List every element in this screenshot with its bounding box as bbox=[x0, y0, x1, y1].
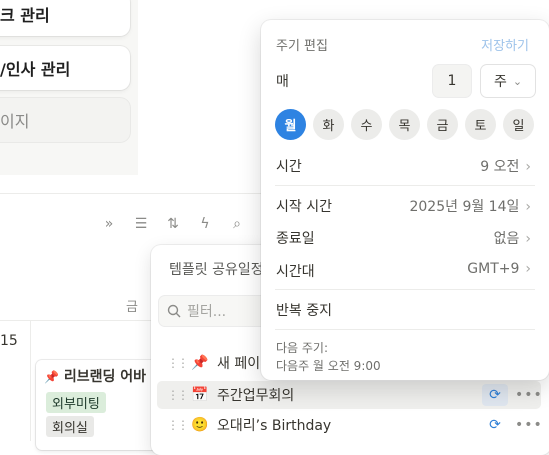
time-value[interactable]: 9 오전 › bbox=[480, 156, 531, 176]
next-cycle-value: 다음주 월 오전 9:00 bbox=[276, 359, 381, 373]
popup-title: 주기 편집 bbox=[276, 39, 328, 54]
day-header: 금 bbox=[126, 300, 138, 315]
tag-meeting-room: 회의실 bbox=[46, 416, 94, 437]
next-cycle-label: 다음 주기: bbox=[276, 341, 329, 355]
end-value[interactable]: 없음 › bbox=[494, 228, 531, 248]
date-number: 15 bbox=[0, 333, 18, 349]
weekday-sun[interactable]: 일 bbox=[503, 109, 534, 140]
weekday-tue[interactable]: 화 bbox=[313, 109, 344, 140]
more-icon[interactable]: ••• bbox=[515, 417, 543, 433]
sort-icon[interactable]: ⇅ bbox=[164, 216, 182, 232]
chevron-right-icon: › bbox=[525, 199, 531, 215]
template-row[interactable]: ⋮⋮ 📅 주간업무회의 ⟳ ••• bbox=[157, 381, 543, 409]
hr-card[interactable]: /인사 관리 bbox=[0, 46, 130, 90]
divider bbox=[275, 185, 535, 186]
event-title: 📌 리브랜딩 어바 bbox=[44, 369, 146, 385]
drag-handle-icon[interactable]: ⋮⋮ bbox=[167, 418, 189, 432]
divider bbox=[275, 289, 535, 290]
unit-select[interactable]: 주 ⌄ bbox=[481, 65, 535, 97]
tag-external-meeting: 외부미팅 bbox=[46, 392, 106, 413]
calendar-icon: 📅 bbox=[191, 387, 209, 403]
timezone-value[interactable]: GMT+9 › bbox=[467, 261, 531, 277]
divider bbox=[275, 329, 535, 330]
weekday-wed[interactable]: 수 bbox=[351, 109, 382, 140]
grid-line bbox=[30, 320, 31, 441]
drag-handle-icon[interactable]: ⋮⋮ bbox=[167, 356, 189, 370]
weekday-thu[interactable]: 목 bbox=[389, 109, 420, 140]
repeat-icon[interactable]: ⟳ bbox=[482, 384, 508, 406]
repeat-icon[interactable]: ⟳ bbox=[482, 414, 508, 436]
recurrence-popup: 주기 편집 저장하기 매 1 주 ⌄ 월 화 수 목 금 토 일 시간 9 오전… bbox=[261, 20, 549, 380]
stop-repeat-button[interactable]: 반복 중지 bbox=[276, 300, 332, 320]
end-label: 종료일 bbox=[276, 231, 315, 247]
pin-icon: 📌 bbox=[191, 355, 209, 371]
chevron-right-icon: › bbox=[525, 231, 531, 247]
card-label: 크 관리 bbox=[0, 6, 50, 25]
double-chevron-icon[interactable]: » bbox=[100, 216, 118, 232]
filter-icon[interactable]: ☰ bbox=[132, 216, 150, 232]
unit-value: 주 bbox=[493, 74, 507, 90]
lightning-icon[interactable]: ϟ bbox=[196, 216, 214, 232]
template-label: 새 페이 bbox=[217, 356, 261, 372]
start-label: 시작 시간 bbox=[276, 199, 332, 215]
avatar-icon: 🙂 bbox=[191, 417, 209, 433]
time-label: 시간 bbox=[276, 159, 302, 175]
weekday-fri[interactable]: 금 bbox=[427, 109, 458, 140]
view-toolbar: » ☰ ⇅ ϟ ⌕ bbox=[100, 212, 246, 236]
card-label: /인사 관리 bbox=[0, 60, 71, 79]
search-icon bbox=[167, 304, 181, 318]
template-panel-title: 템플릿 공유일정 bbox=[169, 262, 264, 278]
every-label: 매 bbox=[276, 74, 289, 90]
template-row[interactable]: ⋮⋮ 🙂 오대리’s Birthday ⟳ ••• bbox=[157, 411, 543, 439]
template-label: 오대리’s Birthday bbox=[217, 418, 332, 434]
grid-line bbox=[0, 320, 160, 321]
weekday-mon[interactable]: 월 bbox=[275, 109, 306, 140]
card-label: 이지 bbox=[0, 112, 30, 131]
chevron-down-icon: ⌄ bbox=[512, 74, 523, 88]
chevron-right-icon: › bbox=[525, 159, 531, 175]
search-icon[interactable]: ⌕ bbox=[228, 216, 246, 232]
event-card[interactable]: 📌 리브랜딩 어바 외부미팅 회의실 bbox=[36, 360, 166, 450]
task-card[interactable]: 크 관리 bbox=[0, 0, 130, 36]
timezone-label: 시간대 bbox=[276, 264, 315, 280]
chevron-right-icon: › bbox=[525, 261, 531, 277]
template-label: 주간업무회의 bbox=[217, 388, 295, 404]
save-button[interactable]: 저장하기 bbox=[481, 35, 529, 54]
interval-input[interactable]: 1 bbox=[433, 65, 471, 97]
weekday-picker: 월 화 수 목 금 토 일 bbox=[275, 109, 534, 140]
more-icon[interactable]: ••• bbox=[515, 387, 543, 403]
drag-handle-icon[interactable]: ⋮⋮ bbox=[167, 388, 189, 402]
weekday-sat[interactable]: 토 bbox=[465, 109, 496, 140]
page-card[interactable]: 이지 bbox=[0, 98, 130, 142]
start-value[interactable]: 2025년 9월 14일 › bbox=[409, 196, 531, 216]
filter-placeholder: 필터... bbox=[187, 304, 227, 320]
pin-icon: 📌 bbox=[44, 370, 59, 384]
